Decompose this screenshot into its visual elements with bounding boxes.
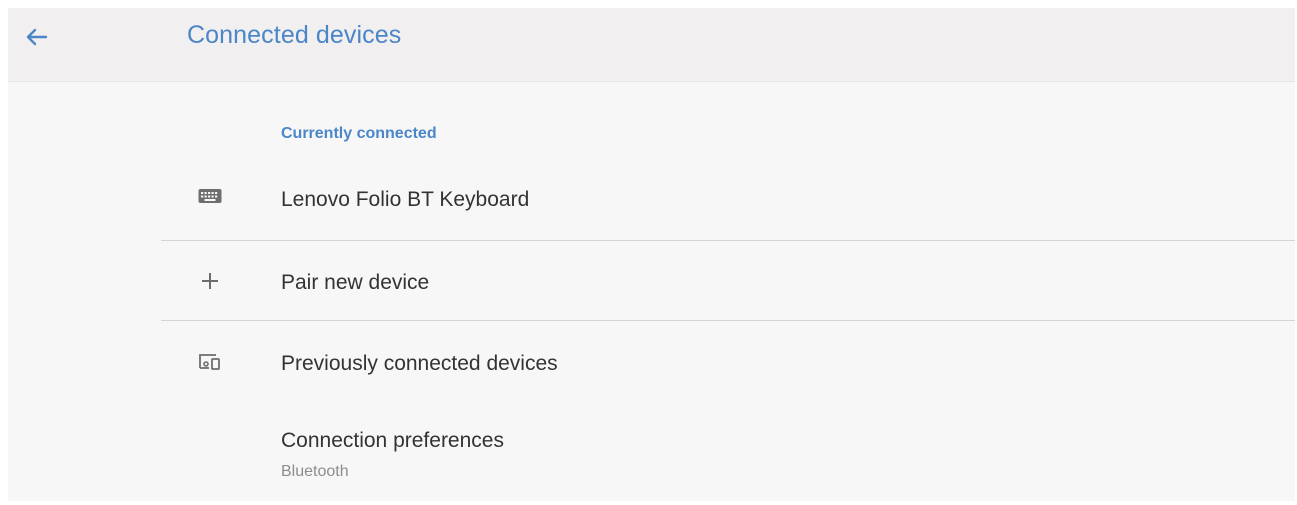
keyboard-icon bbox=[197, 183, 223, 209]
arrow-back-icon bbox=[26, 28, 48, 51]
section-header-currently-connected: Currently connected bbox=[281, 125, 437, 142]
divider bbox=[161, 240, 1295, 241]
divider bbox=[161, 320, 1295, 321]
connected-devices-screen: Connected devices Currently connected Le… bbox=[8, 8, 1295, 501]
app-bar: Connected devices bbox=[8, 8, 1295, 82]
previously-connected-devices-item[interactable]: Previously connected devices bbox=[161, 341, 1295, 385]
connection-preferences-summary: Bluetooth bbox=[281, 463, 349, 480]
connection-preferences-label: Connection preferences bbox=[281, 429, 504, 452]
device-label: Lenovo Folio BT Keyboard bbox=[281, 188, 530, 211]
page-title: Connected devices bbox=[187, 21, 402, 49]
previously-connected-devices-label: Previously connected devices bbox=[281, 352, 558, 375]
pair-new-device-label: Pair new device bbox=[281, 271, 430, 294]
pair-new-device-item[interactable]: Pair new device bbox=[161, 260, 1295, 304]
device-row-lenovo-keyboard[interactable]: Lenovo Folio BT Keyboard bbox=[161, 178, 1295, 218]
plus-icon bbox=[197, 268, 223, 294]
back-button[interactable] bbox=[20, 22, 54, 56]
devices-icon bbox=[197, 349, 223, 375]
connection-preferences-item[interactable]: Connection preferences Bluetooth bbox=[161, 421, 1295, 489]
